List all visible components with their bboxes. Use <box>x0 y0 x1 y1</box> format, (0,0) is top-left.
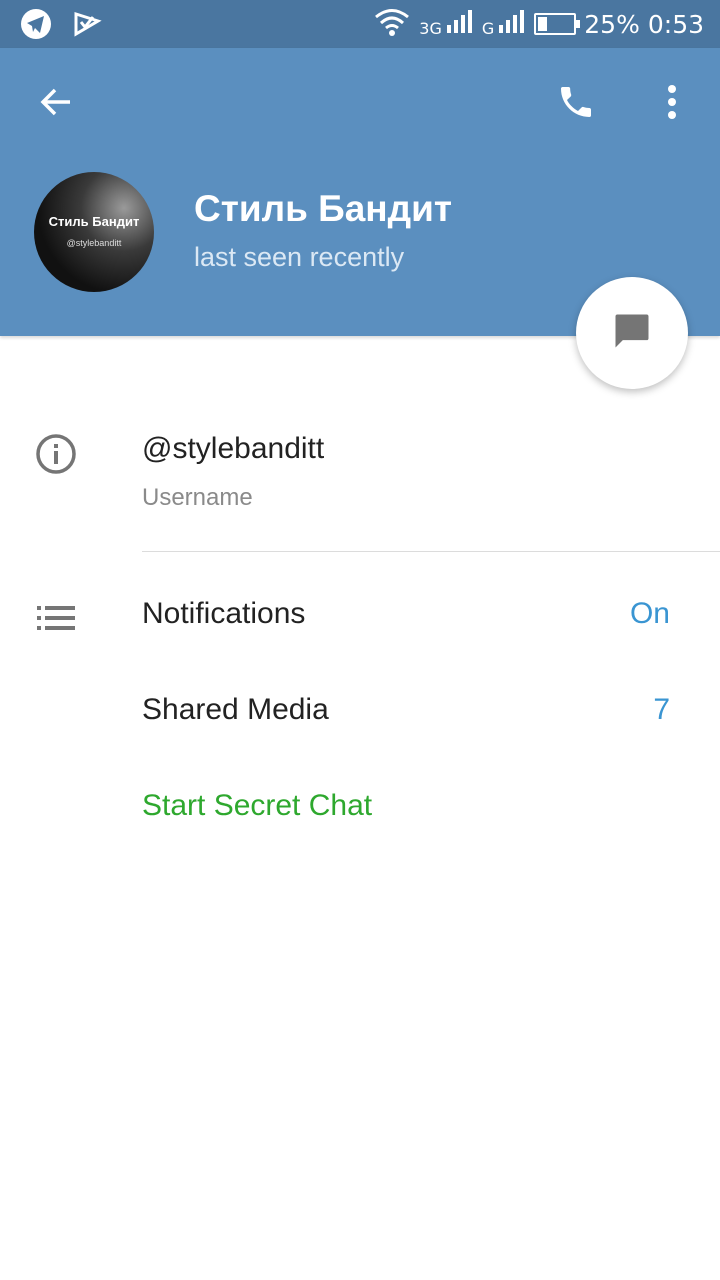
avatar-title: Стиль Бандит <box>48 214 140 229</box>
telegram-icon <box>20 8 52 45</box>
start-secret-chat-label: Start Secret Chat <box>142 789 373 822</box>
shared-media-row[interactable]: Shared Media 7 <box>0 665 720 761</box>
back-button[interactable] <box>30 78 82 130</box>
profile-status: last seen recently <box>194 242 405 272</box>
list-icon <box>36 603 76 633</box>
phone-icon <box>556 82 596 127</box>
more-options-button[interactable] <box>650 78 694 130</box>
check-notification-icon <box>72 9 102 44</box>
notifications-value: On <box>629 597 670 630</box>
status-right: 3G G 25% 0:53 <box>373 6 704 42</box>
message-icon <box>610 309 654 358</box>
notifications-label: Notifications <box>142 597 306 630</box>
avatar[interactable]: Стиль Бандит @stylebanditt <box>34 172 154 292</box>
username-label: Username <box>142 484 253 511</box>
wifi-icon <box>373 7 411 42</box>
notifications-row[interactable]: Notifications On <box>0 569 720 665</box>
battery-icon <box>534 13 581 35</box>
battery-percent: 25% <box>584 9 640 39</box>
signal-3g-icon <box>446 9 474 40</box>
network-3g-label: 3G <box>419 18 442 38</box>
shared-media-label: Shared Media <box>142 693 329 726</box>
start-secret-chat-row[interactable]: Start Secret Chat <box>0 761 720 857</box>
info-icon <box>34 432 78 476</box>
call-button[interactable] <box>550 78 602 130</box>
back-arrow-icon <box>38 84 74 125</box>
battery-fill <box>538 17 547 31</box>
avatar-handle: @stylebanditt <box>66 238 122 248</box>
profile-name: Стиль Бандит <box>194 188 452 229</box>
network-g-label: G <box>481 18 495 38</box>
divider <box>142 551 720 552</box>
signal-g-icon <box>498 9 526 40</box>
clock: 0:53 <box>647 9 704 39</box>
shared-media-count: 7 <box>653 693 670 726</box>
status-left <box>20 8 102 45</box>
send-message-button[interactable] <box>576 277 688 389</box>
status-bar: 3G G 25% 0:53 <box>0 0 720 48</box>
more-vert-icon <box>666 84 678 125</box>
username-value[interactable]: @stylebanditt <box>142 432 324 466</box>
